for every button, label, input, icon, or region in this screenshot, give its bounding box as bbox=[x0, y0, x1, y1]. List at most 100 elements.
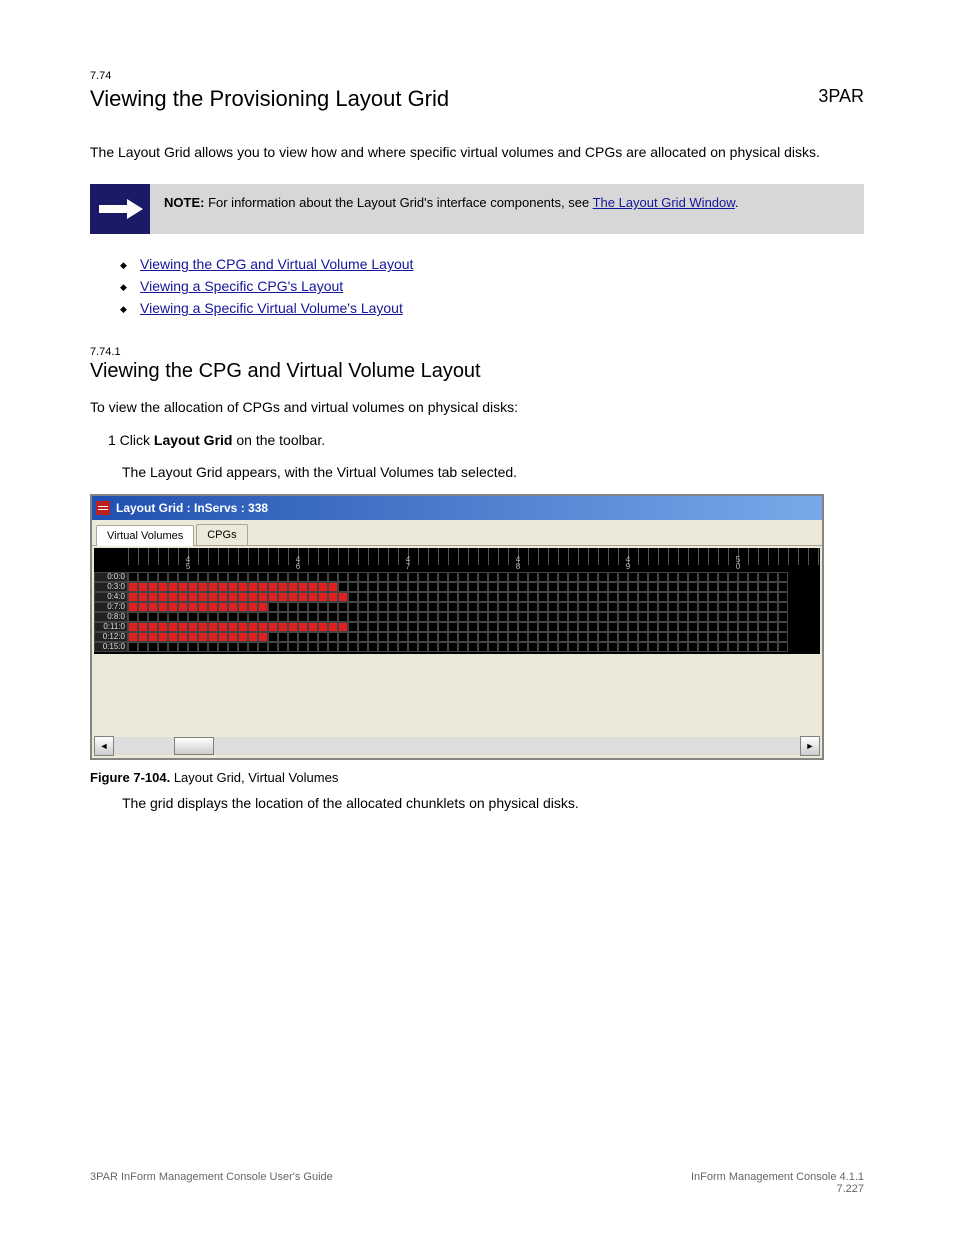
grid-cell[interactable] bbox=[228, 622, 238, 632]
grid-cell[interactable] bbox=[318, 602, 328, 612]
grid-cell[interactable] bbox=[718, 622, 728, 632]
grid-cell[interactable] bbox=[778, 592, 788, 602]
grid-cell[interactable] bbox=[248, 592, 258, 602]
grid-cell[interactable] bbox=[708, 622, 718, 632]
grid-cell[interactable] bbox=[358, 592, 368, 602]
grid-cell[interactable] bbox=[668, 642, 678, 652]
grid-cell[interactable] bbox=[318, 582, 328, 592]
grid-cell[interactable] bbox=[148, 632, 158, 642]
grid-cell[interactable] bbox=[298, 592, 308, 602]
grid-cell[interactable] bbox=[498, 642, 508, 652]
grid-cell[interactable] bbox=[598, 602, 608, 612]
grid-cell[interactable] bbox=[268, 632, 278, 642]
grid-cell[interactable] bbox=[738, 592, 748, 602]
grid-cell[interactable] bbox=[508, 632, 518, 642]
grid-cell[interactable] bbox=[218, 602, 228, 612]
grid-cell[interactable] bbox=[188, 622, 198, 632]
grid-cell[interactable] bbox=[328, 622, 338, 632]
grid-cell[interactable] bbox=[508, 642, 518, 652]
grid-cell[interactable] bbox=[128, 602, 138, 612]
grid-cell[interactable] bbox=[578, 602, 588, 612]
grid-cell[interactable] bbox=[258, 592, 268, 602]
grid-cell[interactable] bbox=[578, 642, 588, 652]
grid-cell[interactable] bbox=[588, 592, 598, 602]
grid-cell[interactable] bbox=[128, 592, 138, 602]
grid-cell[interactable] bbox=[728, 582, 738, 592]
grid-cell[interactable] bbox=[418, 632, 428, 642]
grid-cell[interactable] bbox=[418, 622, 428, 632]
grid-cell[interactable] bbox=[388, 622, 398, 632]
grid-cell[interactable] bbox=[228, 632, 238, 642]
note-link[interactable]: The Layout Grid Window bbox=[593, 195, 735, 210]
grid-cell[interactable] bbox=[728, 642, 738, 652]
grid-cell[interactable] bbox=[378, 632, 388, 642]
grid-cell[interactable] bbox=[318, 622, 328, 632]
grid-cell[interactable] bbox=[288, 612, 298, 622]
grid-cell[interactable] bbox=[648, 602, 658, 612]
grid-cell[interactable] bbox=[318, 592, 328, 602]
grid-cell[interactable] bbox=[278, 592, 288, 602]
grid-cell[interactable] bbox=[208, 582, 218, 592]
grid-cell[interactable] bbox=[518, 572, 528, 582]
grid-cell[interactable] bbox=[538, 572, 548, 582]
grid-cell[interactable] bbox=[318, 632, 328, 642]
grid-cell[interactable] bbox=[208, 612, 218, 622]
grid-cell[interactable] bbox=[198, 592, 208, 602]
grid-cell[interactable] bbox=[568, 612, 578, 622]
grid-cell[interactable] bbox=[628, 582, 638, 592]
grid-cell[interactable] bbox=[438, 632, 448, 642]
grid-cell[interactable] bbox=[438, 602, 448, 612]
grid-cell[interactable] bbox=[188, 642, 198, 652]
grid-cell[interactable] bbox=[488, 642, 498, 652]
grid-cell[interactable] bbox=[378, 602, 388, 612]
toc-link[interactable]: Viewing a Specific CPG's Layout bbox=[140, 278, 343, 294]
grid-cell[interactable] bbox=[618, 592, 628, 602]
grid-cell[interactable] bbox=[768, 632, 778, 642]
grid-cell[interactable] bbox=[218, 612, 228, 622]
grid-cell[interactable] bbox=[748, 642, 758, 652]
grid-cell[interactable] bbox=[298, 632, 308, 642]
grid-cell[interactable] bbox=[778, 612, 788, 622]
grid-cell[interactable] bbox=[168, 582, 178, 592]
grid-cell[interactable] bbox=[238, 572, 248, 582]
grid-cell[interactable] bbox=[308, 602, 318, 612]
grid-cell[interactable] bbox=[278, 622, 288, 632]
grid-cell[interactable] bbox=[728, 602, 738, 612]
grid-cell[interactable] bbox=[238, 582, 248, 592]
grid-cell[interactable] bbox=[178, 602, 188, 612]
grid-cell[interactable] bbox=[518, 592, 528, 602]
grid-cell[interactable] bbox=[448, 582, 458, 592]
grid-cell[interactable] bbox=[268, 612, 278, 622]
grid-cell[interactable] bbox=[508, 582, 518, 592]
grid-cell[interactable] bbox=[158, 592, 168, 602]
grid-cell[interactable] bbox=[238, 632, 248, 642]
grid-cell[interactable] bbox=[218, 582, 228, 592]
grid-cell[interactable] bbox=[698, 632, 708, 642]
grid-cell[interactable] bbox=[608, 622, 618, 632]
grid-cell[interactable] bbox=[758, 642, 768, 652]
grid-cell[interactable] bbox=[498, 602, 508, 612]
grid-cell[interactable] bbox=[488, 592, 498, 602]
grid-cell[interactable] bbox=[708, 572, 718, 582]
grid-cell[interactable] bbox=[698, 602, 708, 612]
grid-cell[interactable] bbox=[278, 572, 288, 582]
grid-cell[interactable] bbox=[378, 582, 388, 592]
grid-cell[interactable] bbox=[558, 622, 568, 632]
grid-cell[interactable] bbox=[368, 622, 378, 632]
grid-cell[interactable] bbox=[578, 612, 588, 622]
grid-cell[interactable] bbox=[148, 582, 158, 592]
grid-cell[interactable] bbox=[478, 572, 488, 582]
grid-cell[interactable] bbox=[388, 612, 398, 622]
grid-cell[interactable] bbox=[618, 642, 628, 652]
grid-cell[interactable] bbox=[228, 602, 238, 612]
grid-cell[interactable] bbox=[438, 642, 448, 652]
grid-cell[interactable] bbox=[738, 602, 748, 612]
grid-cell[interactable] bbox=[168, 602, 178, 612]
grid-cell[interactable] bbox=[558, 642, 568, 652]
grid-cell[interactable] bbox=[348, 572, 358, 582]
grid-cell[interactable] bbox=[378, 642, 388, 652]
grid-cell[interactable] bbox=[448, 622, 458, 632]
grid-cell[interactable] bbox=[308, 642, 318, 652]
grid-cell[interactable] bbox=[478, 642, 488, 652]
grid-cell[interactable] bbox=[398, 582, 408, 592]
